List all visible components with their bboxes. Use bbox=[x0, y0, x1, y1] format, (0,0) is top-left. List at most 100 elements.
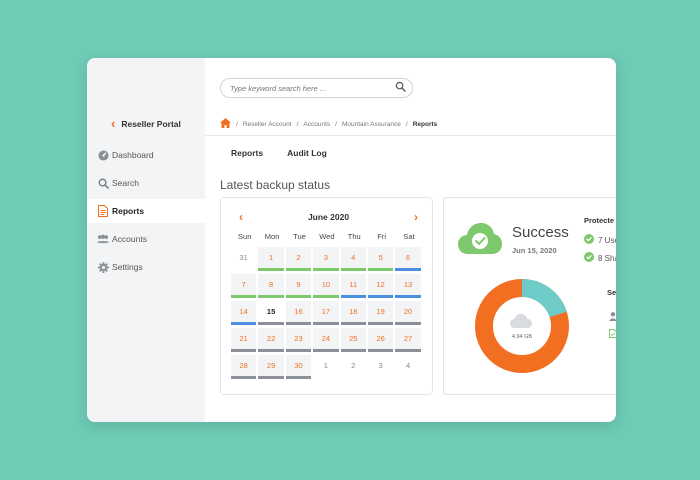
gear-icon bbox=[97, 261, 109, 273]
cloud-icon bbox=[510, 314, 532, 328]
calendar-day[interactable]: 11 bbox=[340, 274, 366, 298]
sidebar-item-label: Accounts bbox=[112, 234, 147, 244]
tab-reports[interactable]: Reports bbox=[231, 148, 263, 158]
sidebar-item-search[interactable]: Search bbox=[87, 171, 205, 195]
file-icon bbox=[609, 325, 616, 343]
calendar-day[interactable]: 2 bbox=[285, 247, 312, 271]
cloud-check-icon bbox=[458, 222, 502, 261]
calendar-day[interactable]: 9 bbox=[285, 274, 312, 298]
breadcrumb-item[interactable]: Reseller Account bbox=[243, 121, 292, 128]
weekday-label: Thu bbox=[347, 232, 361, 241]
calendar-day[interactable]: 19 bbox=[367, 301, 394, 325]
calendar-header: ‹ June 2020 › bbox=[221, 210, 432, 224]
weekday-label: Sat bbox=[403, 232, 415, 241]
app-window: ‹ Reseller Portal Dashboard Search Repor… bbox=[87, 58, 616, 422]
breadcrumb: / Reseller Account / Accounts / Mountain… bbox=[220, 118, 437, 130]
calendar-day[interactable]: 14 bbox=[231, 301, 257, 325]
calendar-day[interactable]: 12 bbox=[367, 274, 394, 298]
calendar-day[interactable]: 5 bbox=[367, 247, 394, 271]
calendar-day[interactable]: 16 bbox=[285, 301, 312, 325]
calendar-day[interactable]: 29 bbox=[258, 355, 284, 379]
sidebar-item-label: Reports bbox=[112, 206, 145, 216]
protected-item: 7 Use bbox=[584, 234, 616, 246]
calendar-day-today[interactable]: 15 bbox=[258, 301, 284, 325]
sidebar-item-label: Search bbox=[112, 178, 139, 188]
breadcrumb-item[interactable]: Accounts bbox=[303, 121, 330, 128]
status-title: Success bbox=[512, 224, 569, 241]
calendar-day[interactable]: 10 bbox=[313, 274, 339, 298]
protected-title: Protecte bbox=[584, 216, 615, 225]
calendar-day: 4 bbox=[405, 361, 411, 370]
weekday-label: Tue bbox=[293, 232, 306, 241]
summary-card: Success Jun 15, 2020 Protecte 7 Use 8 Sh… bbox=[443, 197, 616, 395]
check-circle-icon bbox=[584, 252, 594, 264]
check-circle-icon bbox=[584, 234, 594, 246]
calendar-day[interactable]: 20 bbox=[395, 301, 421, 325]
chevron-left-icon: ‹ bbox=[111, 116, 116, 131]
breadcrumb-separator: / bbox=[296, 120, 299, 128]
calendar-card: ‹ June 2020 › Sun Mon Tue Wed Thu Fri Sat 31 1 2… bbox=[220, 197, 433, 395]
user-icon bbox=[609, 308, 616, 326]
calendar-day[interactable]: 8 bbox=[258, 274, 284, 298]
weekday-label: Mon bbox=[264, 232, 280, 241]
search-icon bbox=[97, 177, 109, 189]
weekday-label: Fri bbox=[377, 232, 387, 241]
search-box[interactable] bbox=[220, 78, 413, 98]
sidebar-item-accounts[interactable]: Accounts bbox=[87, 227, 205, 251]
section-title: Latest backup status bbox=[220, 178, 331, 192]
calendar-day[interactable]: 7 bbox=[231, 274, 257, 298]
tab-audit-log[interactable]: Audit Log bbox=[287, 148, 327, 158]
calendar-day[interactable]: 27 bbox=[395, 328, 421, 352]
weekday-label: Wed bbox=[319, 232, 335, 241]
calendar-day[interactable]: 28 bbox=[231, 355, 257, 379]
breadcrumb-separator: / bbox=[405, 120, 408, 128]
sidebar-item-label: Settings bbox=[112, 262, 143, 272]
calendar-day[interactable]: 23 bbox=[285, 328, 312, 352]
weekday-header: Sun Mon Tue Wed Thu Fri Sat bbox=[231, 232, 423, 241]
storage-donut-chart: 4.94 GB bbox=[475, 279, 569, 373]
calendar-day[interactable]: 3 bbox=[313, 247, 339, 271]
calendar-day: 2 bbox=[351, 361, 356, 370]
calendar-day: 31 bbox=[239, 253, 248, 262]
search-icon[interactable] bbox=[395, 79, 406, 97]
calendar-day[interactable]: 1 bbox=[258, 247, 284, 271]
sidebar-item-settings[interactable]: Settings bbox=[87, 255, 205, 279]
calendar-day[interactable]: 21 bbox=[231, 328, 257, 352]
calendar-day[interactable]: 18 bbox=[340, 301, 366, 325]
calendar-day[interactable]: 25 bbox=[340, 328, 366, 352]
protected-item-label: 7 Use bbox=[598, 235, 616, 245]
calendar-month: June 2020 bbox=[307, 212, 350, 222]
chevron-left-icon[interactable]: ‹ bbox=[239, 210, 243, 224]
sidebar-item-label: Dashboard bbox=[112, 150, 154, 160]
sidebar-item-dashboard[interactable]: Dashboard bbox=[87, 143, 205, 167]
portal-back-link[interactable]: ‹ Reseller Portal bbox=[111, 116, 181, 131]
accounts-icon bbox=[97, 233, 109, 245]
breadcrumb-separator: / bbox=[236, 120, 238, 128]
calendar-days: 31 1 2 3 4 5 6 7 8 9 10 11 12 13 14 15 16 17 18 19 20 21 22 23 2… bbox=[231, 247, 423, 379]
weekday-label: Sun bbox=[238, 232, 252, 241]
report-icon bbox=[97, 205, 109, 217]
protected-item-label: 8 Sha bbox=[598, 253, 616, 263]
calendar-day[interactable]: 6 bbox=[395, 247, 421, 271]
donut-center-label: 4.94 GB bbox=[512, 334, 533, 340]
breadcrumb-current: Reports bbox=[412, 120, 438, 128]
calendar-day[interactable]: 4 bbox=[340, 247, 366, 271]
search-input[interactable] bbox=[230, 83, 395, 93]
sidebar-item-reports[interactable]: Reports bbox=[87, 199, 205, 223]
dashboard-icon bbox=[97, 149, 109, 161]
calendar-day[interactable]: 13 bbox=[395, 274, 421, 298]
calendar-day[interactable]: 30 bbox=[285, 355, 312, 379]
calendar-day[interactable]: 24 bbox=[313, 328, 339, 352]
calendar-day[interactable]: 22 bbox=[258, 328, 284, 352]
calendar-day: 1 bbox=[323, 361, 328, 370]
calendar-day[interactable]: 17 bbox=[313, 301, 339, 325]
chevron-right-icon[interactable]: › bbox=[414, 210, 418, 224]
section2-title: Se bbox=[607, 288, 616, 297]
home-icon[interactable] bbox=[220, 118, 231, 130]
breadcrumb-item[interactable]: Mountain Assurance bbox=[342, 121, 401, 128]
portal-label: Reseller Portal bbox=[121, 118, 181, 129]
calendar-day[interactable]: 26 bbox=[367, 328, 394, 352]
main-content: / Reseller Account / Accounts / Mountain… bbox=[205, 58, 616, 422]
tab-bar: Reports Audit Log bbox=[231, 148, 327, 158]
calendar-day: 3 bbox=[378, 361, 383, 370]
